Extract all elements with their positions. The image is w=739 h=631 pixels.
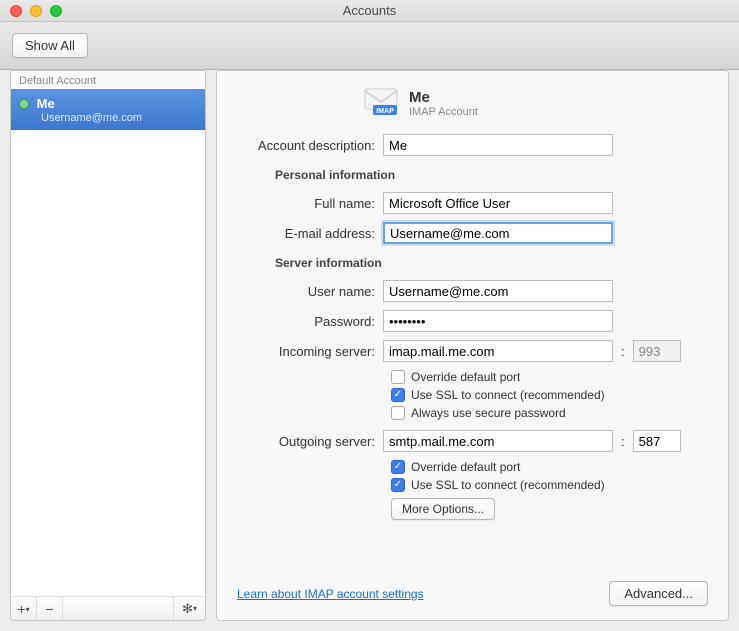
label-password: Password: [233,314,383,329]
account-description-input[interactable] [383,134,613,156]
incoming-override-port-checkbox[interactable] [391,370,405,384]
label-account-description: Account description: [233,138,383,153]
outgoing-override-port-checkbox[interactable] [391,460,405,474]
sidebar-spacer [11,130,205,596]
email-input[interactable] [383,222,613,244]
label-outgoing: Outgoing server: [233,434,383,449]
label-email: E-mail address: [233,226,383,241]
more-options-button[interactable]: More Options... [391,498,495,520]
sidebar-settings-button[interactable]: ✻▾ [173,597,205,621]
detail-subtitle: IMAP Account [409,106,478,118]
label-full-name: Full name: [233,196,383,211]
outgoing-server-input[interactable] [383,430,613,452]
account-name: Me [37,96,55,111]
minimize-icon[interactable] [30,5,42,17]
outgoing-use-ssl-label: Use SSL to connect (recommended) [411,478,605,492]
account-list-item[interactable]: Me Username@me.com [11,89,205,130]
user-name-input[interactable] [383,280,613,302]
account-email: Username@me.com [19,112,197,124]
incoming-use-ssl-checkbox[interactable] [391,388,405,402]
incoming-use-ssl-label: Use SSL to connect (recommended) [411,388,605,402]
section-personal-info: Personal information [275,168,708,182]
svg-text:IMAP: IMAP [376,108,394,115]
remove-account-button[interactable]: − [37,597,63,621]
outgoing-override-port-label: Override default port [411,460,520,474]
outgoing-port-input[interactable] [633,430,681,452]
detail-title: Me [409,89,478,106]
incoming-server-input[interactable] [383,340,613,362]
sidebar-header: Default Account [11,71,205,89]
incoming-secure-password-label: Always use secure password [411,406,566,420]
mail-imap-icon: IMAP [363,87,399,120]
full-name-input[interactable] [383,192,613,214]
learn-imap-link[interactable]: Learn about IMAP account settings [237,587,424,601]
titlebar: Accounts [0,0,739,22]
incoming-port-input[interactable] [633,340,681,362]
toolbar: Show All [0,22,739,70]
account-detail-panel: IMAP Me IMAP Account Account description… [216,70,729,621]
plus-icon: +▾ [17,601,29,617]
traffic-lights [0,5,62,17]
label-user-name: User name: [233,284,383,299]
detail-header: IMAP Me IMAP Account [233,87,708,120]
gear-icon: ✻▾ [182,601,197,617]
section-server-info: Server information [275,256,708,270]
add-account-button[interactable]: +▾ [11,597,37,621]
status-dot-icon [19,99,29,109]
sidebar-footer: +▾ − ✻▾ [11,596,205,620]
accounts-sidebar: Default Account Me Username@me.com +▾ − … [10,70,206,621]
minus-icon: − [45,601,53,617]
accounts-window: Accounts Show All Default Account Me Use… [0,0,739,631]
show-all-button[interactable]: Show All [12,33,88,58]
label-incoming: Incoming server: [233,344,383,359]
outgoing-use-ssl-checkbox[interactable] [391,478,405,492]
zoom-icon[interactable] [50,5,62,17]
incoming-override-port-label: Override default port [411,370,520,384]
close-icon[interactable] [10,5,22,17]
outgoing-port-colon: : [621,434,625,449]
advanced-button[interactable]: Advanced... [609,581,708,606]
incoming-secure-password-checkbox[interactable] [391,406,405,420]
password-input[interactable] [383,310,613,332]
incoming-port-colon: : [621,344,625,359]
window-title: Accounts [0,3,739,18]
